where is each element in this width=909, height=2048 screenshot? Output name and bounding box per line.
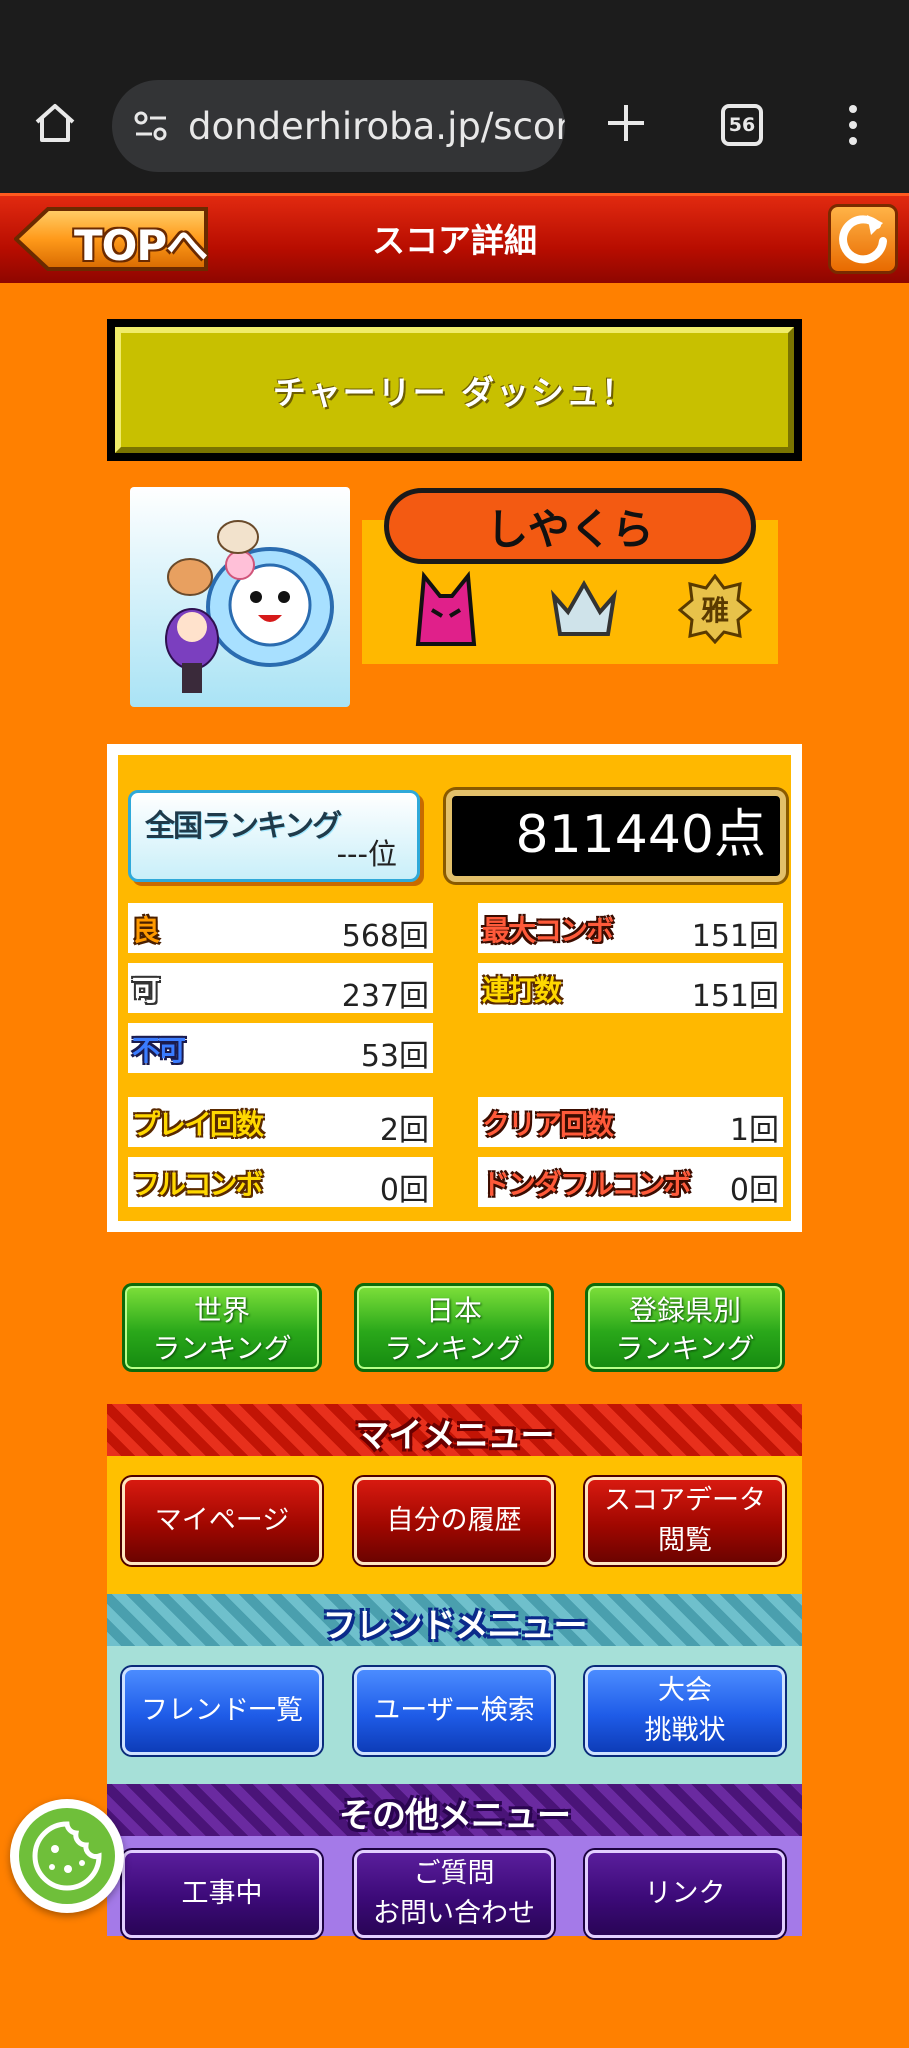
friend-list-button[interactable]: フレンド一覧	[122, 1667, 322, 1755]
refresh-icon	[839, 215, 887, 264]
user-search-button[interactable]: ユーザー検索	[354, 1667, 554, 1755]
home-icon[interactable]	[32, 100, 78, 146]
full-combo-count: 0回	[379, 1173, 429, 1208]
other-menu-body: 工事中 ご質問 お問い合わせ リンク	[107, 1836, 802, 1938]
japan-ranking-button[interactable]: 日本 ランキング	[354, 1283, 554, 1372]
url-bar[interactable]: donderhiroba.jp/score	[112, 80, 565, 172]
score-data-button[interactable]: スコアデータ 閲覧	[585, 1477, 785, 1565]
ranking-label: 全国ランキング	[145, 809, 342, 844]
ok-count: 237回	[341, 979, 429, 1014]
friend-menu-header: フレンドメニュー	[107, 1594, 802, 1646]
url-text: donderhiroba.jp/score	[188, 104, 565, 148]
inquiry-button[interactable]: ご質問 お問い合わせ	[354, 1850, 554, 1938]
stat-donderful-combo: ドンダフルコンボ 0回	[478, 1157, 783, 1208]
stat-bad: 不可 53回	[128, 1023, 433, 1074]
under-construction-button[interactable]: 工事中	[122, 1850, 322, 1938]
score-points: 811440点	[446, 790, 786, 882]
play-count: 2回	[379, 1113, 429, 1148]
cookie-icon	[19, 1808, 115, 1904]
site-info-icon[interactable]	[132, 107, 170, 145]
page-title: スコア詳細	[372, 221, 537, 260]
history-button[interactable]: 自分の履歴	[354, 1477, 554, 1565]
cookie-settings-button[interactable]	[10, 1799, 124, 1913]
more-menu-icon[interactable]	[843, 102, 863, 148]
site-header: TOPへ スコア詳細	[0, 193, 909, 283]
crown-icon	[550, 579, 618, 636]
browser-toolbar: donderhiroba.jp/score 56	[0, 0, 909, 193]
player-name: しやくら	[384, 488, 756, 564]
tab-count-button[interactable]: 56	[721, 104, 763, 146]
miyabi-rank-icon: 雅	[678, 574, 752, 644]
other-menu-title: その他メニュー	[339, 1796, 571, 1836]
my-menu-title: マイメニュー	[355, 1416, 555, 1456]
stat-max-combo: 最大コンボ 151回	[478, 903, 783, 954]
svg-text:雅: 雅	[701, 594, 729, 627]
song-title: チャーリー ダッシュ！	[272, 373, 637, 412]
stat-drumroll: 連打数 151回	[478, 963, 783, 1014]
other-menu-header: その他メニュー	[107, 1784, 802, 1836]
reload-button[interactable]	[828, 204, 898, 274]
ranking-value: ---位	[336, 837, 397, 871]
prefecture-ranking-button[interactable]: 登録県別 ランキング	[585, 1283, 785, 1372]
drumroll-count: 151回	[691, 979, 779, 1014]
my-menu-body: マイページ 自分の履歴 スコアデータ 閲覧	[107, 1456, 802, 1594]
world-ranking-button[interactable]: 世界 ランキング	[122, 1283, 322, 1372]
friend-menu-title: フレンドメニュー	[322, 1606, 588, 1646]
good-count: 568回	[341, 919, 429, 954]
stat-good: 良 568回	[128, 903, 433, 954]
new-tab-icon[interactable]	[603, 100, 649, 146]
song-title-box: チャーリー ダッシュ！	[107, 319, 802, 461]
score-panel: 全国ランキング ---位 811440点 良 568回 可 237回 不可 53…	[107, 744, 802, 1232]
donderful-combo-count: 0回	[729, 1173, 779, 1208]
tournament-challenge-button[interactable]: 大会 挑戦状	[585, 1667, 785, 1755]
mypage-button[interactable]: マイページ	[122, 1477, 322, 1565]
national-ranking-box: 全国ランキング ---位	[128, 790, 420, 882]
clear-count: 1回	[729, 1113, 779, 1148]
player-avatar	[130, 487, 350, 707]
friend-menu-body: フレンド一覧 ユーザー検索 大会 挑戦状	[107, 1646, 802, 1784]
max-combo-count: 151回	[691, 919, 779, 954]
stat-full-combo: フルコンボ 0回	[128, 1157, 433, 1208]
stat-play-count: プレイ回数 2回	[128, 1097, 433, 1148]
stat-clear-count: クリア回数 1回	[478, 1097, 783, 1148]
bad-count: 53回	[360, 1039, 429, 1074]
oni-difficulty-icon	[415, 570, 477, 646]
links-button[interactable]: リンク	[585, 1850, 785, 1938]
stat-ok: 可 237回	[128, 963, 433, 1014]
my-menu-header: マイメニュー	[107, 1404, 802, 1456]
